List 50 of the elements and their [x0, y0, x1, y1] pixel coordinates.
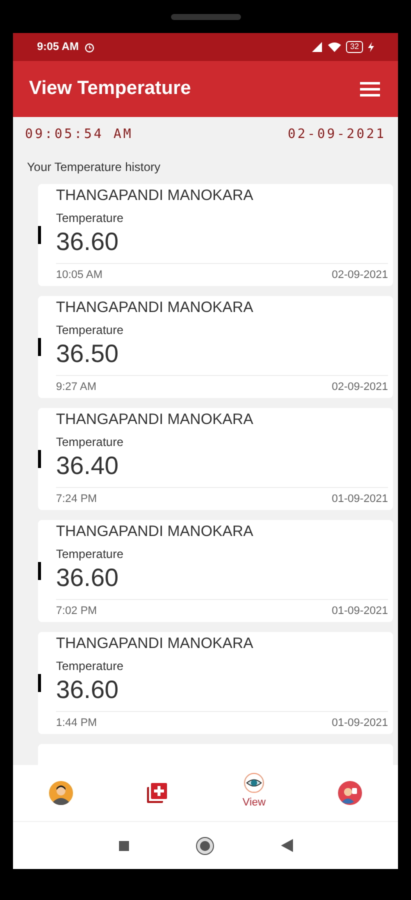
section-title: Your Temperature history	[26, 158, 162, 176]
menu-button[interactable]	[358, 79, 382, 99]
temperature-value: 36.50	[56, 338, 120, 368]
temperature-value: 36.60	[56, 674, 120, 704]
patient-name: THANGAPANDI MANOKARA	[56, 634, 254, 654]
temperature-label: Temperature	[56, 546, 124, 562]
temperature-label: Temperature	[56, 322, 124, 338]
back-button[interactable]	[280, 839, 292, 852]
record-time: 1:44 PM	[56, 716, 97, 731]
patient-name: THANGAPANDI MANOKARA	[56, 522, 254, 542]
temperature-label: Temperature	[56, 658, 124, 674]
status-time: 9:05 AM	[37, 40, 79, 55]
record-time: 7:24 PM	[56, 492, 97, 507]
temperature-label: Temperature	[56, 434, 124, 450]
charging-icon	[368, 42, 374, 52]
alarm-icon	[84, 42, 95, 52]
card-marker	[38, 450, 41, 468]
wifi-icon	[328, 42, 342, 52]
temperature-value: 36.40	[56, 450, 120, 480]
record-time: 7:02 PM	[56, 604, 97, 619]
card-marker	[38, 338, 41, 356]
temperature-value: 36.60	[56, 562, 120, 592]
card-marker	[38, 562, 41, 580]
eye-icon	[242, 772, 264, 794]
record-time: 10:05 AM	[56, 268, 102, 283]
temperature-label: Temperature	[56, 210, 124, 226]
patient-name: THANGAPANDI MANOKARA	[56, 298, 254, 318]
digital-clock-time: 09:05:54 AM	[25, 126, 134, 144]
record-date: 02-09-2021	[332, 268, 388, 283]
nav-tab[interactable]: View	[210, 772, 297, 810]
speaker-slot	[170, 14, 240, 20]
medical-cross-icon	[146, 782, 168, 804]
signal-icon	[312, 42, 324, 52]
battery-indicator: 32	[346, 41, 363, 53]
avatar-icon	[49, 781, 74, 805]
record-date: 02-09-2021	[332, 380, 388, 395]
record-time: 9:27 AM	[56, 380, 96, 395]
record-date: 01-09-2021	[332, 604, 388, 619]
app-title: View Temperature	[29, 76, 191, 101]
temperature-value: 36.60	[56, 226, 120, 256]
patient-name: THANGAPANDI MANOKARA	[56, 410, 254, 430]
digital-clock-date: 02-09-2021	[288, 126, 386, 144]
patient-name: THANGAPANDI MANOKARA	[56, 186, 254, 206]
home-button[interactable]	[196, 838, 212, 854]
card-marker	[38, 226, 41, 244]
card-marker	[38, 674, 41, 692]
record-date: 01-09-2021	[332, 716, 388, 731]
recents-button[interactable]	[118, 840, 128, 850]
person-icon	[338, 781, 362, 805]
record-date: 01-09-2021	[332, 492, 388, 507]
